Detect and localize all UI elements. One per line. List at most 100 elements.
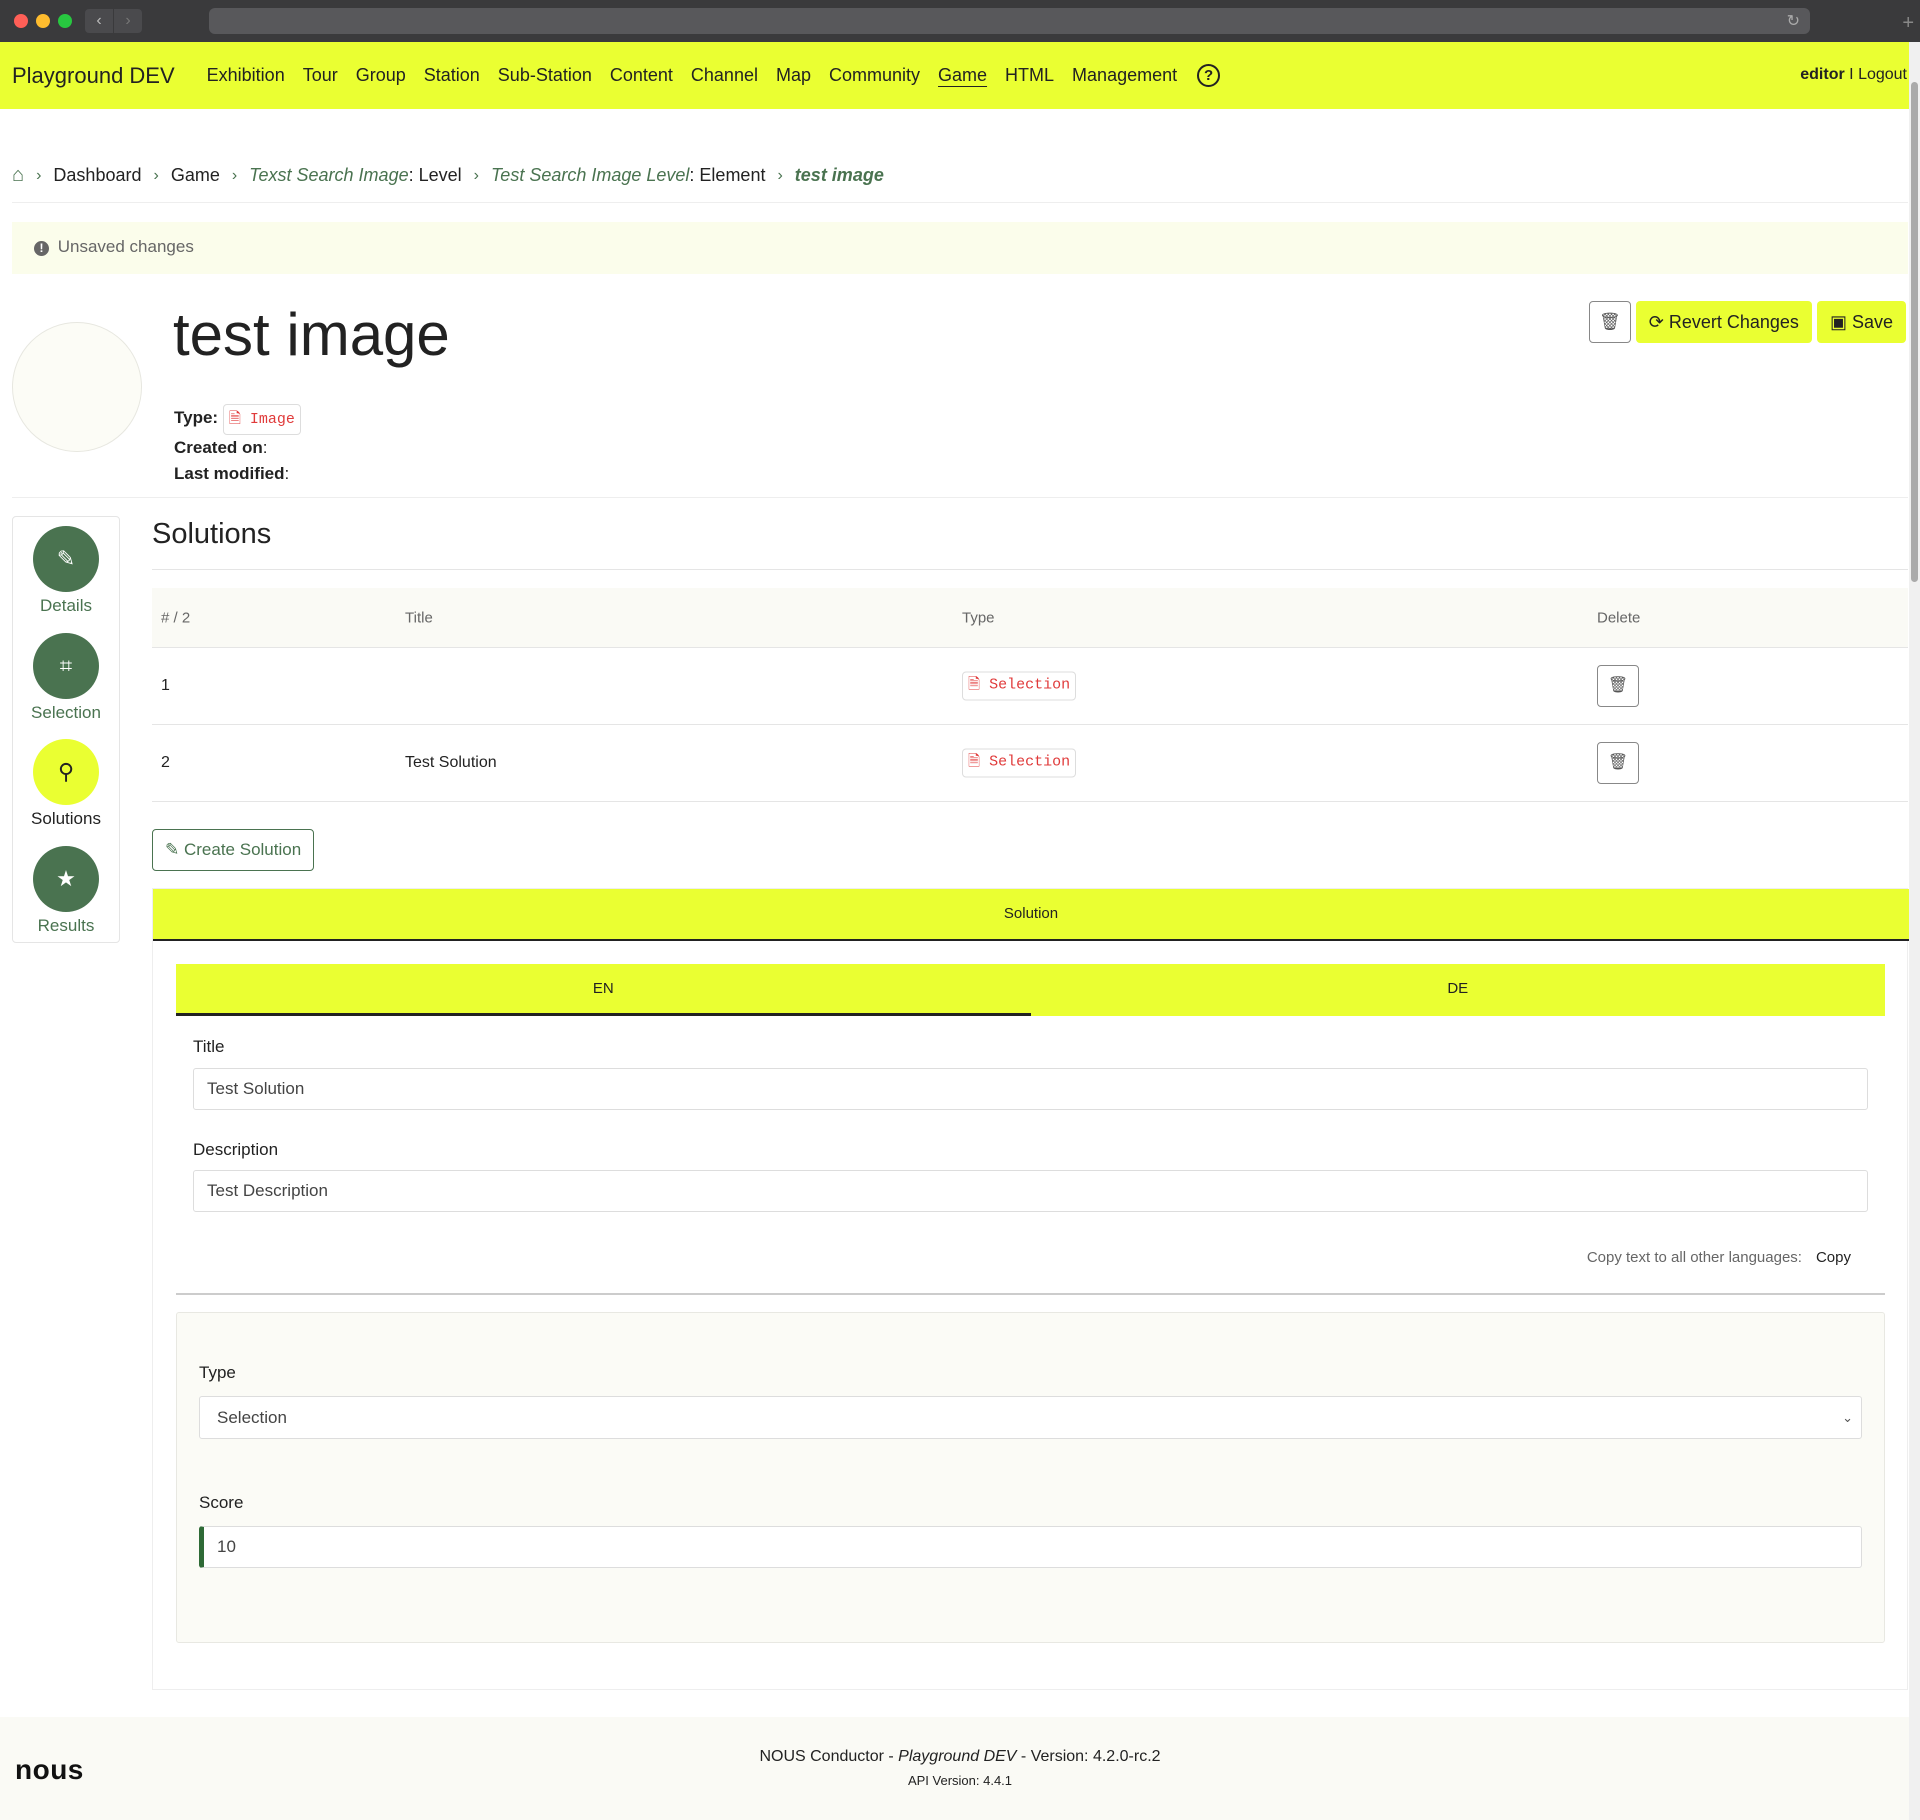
nav-item-html[interactable]: HTML bbox=[1005, 65, 1054, 86]
type-badge-text: Image bbox=[249, 411, 295, 428]
delete-button[interactable]: 🗑 bbox=[1588, 301, 1631, 343]
description-input[interactable]: Test Description bbox=[193, 1170, 1868, 1212]
element-meta: Type: 🗎 Image Created on: Last modified: bbox=[174, 404, 301, 487]
create-solution-button[interactable]: ✎ Create Solution bbox=[152, 829, 315, 871]
breadcrumb-element-suffix: : Element bbox=[689, 165, 766, 185]
divider bbox=[176, 1293, 1885, 1295]
refresh-icon: ⟳ bbox=[1648, 312, 1664, 332]
breadcrumb-element-name: Test Search Image Level bbox=[490, 165, 690, 185]
crop-icon: ⌗ bbox=[33, 633, 99, 699]
type-field-label: Type bbox=[199, 1363, 236, 1382]
username[interactable]: editor bbox=[1800, 66, 1844, 83]
side-tab-results[interactable]: ★ Results bbox=[13, 846, 119, 936]
footer: nous NOUS Conductor - Playground DEV - V… bbox=[0, 1717, 1909, 1820]
lightbulb-icon: ⚲ bbox=[33, 739, 99, 805]
top-navbar: Playground DEV Exhibition Tour Group Sta… bbox=[0, 42, 1909, 109]
back-button[interactable]: ‹ bbox=[85, 9, 113, 33]
score-input[interactable]: 10 bbox=[199, 1526, 1862, 1568]
nav-item-game[interactable]: Game bbox=[938, 65, 987, 86]
footer-dash: - bbox=[883, 1748, 899, 1765]
delete-row-button[interactable]: 🗑 bbox=[1597, 742, 1639, 784]
side-tab-solutions[interactable]: ⚲ Solutions bbox=[13, 739, 119, 829]
breadcrumb-dashboard[interactable]: Dashboard bbox=[53, 165, 141, 186]
brand[interactable]: Playground DEV bbox=[12, 63, 175, 89]
help-icon[interactable]: ? bbox=[1197, 64, 1221, 87]
table-row[interactable]: 1 🗎 Selection 🗑 bbox=[152, 648, 1908, 725]
breadcrumb-level-suffix: : Level bbox=[408, 165, 462, 185]
copy-text-label: Copy text to all other languages: bbox=[1586, 1249, 1802, 1266]
edit-icon: ✎ bbox=[33, 526, 99, 592]
user-menu: editor I Logout bbox=[1800, 66, 1907, 84]
forward-button[interactable]: › bbox=[114, 9, 142, 33]
solutions-table: # / 2 Title Type Delete 1 🗎 Selection 🗑 … bbox=[152, 588, 1908, 802]
save-button[interactable]: ▣ Save bbox=[1816, 301, 1906, 343]
title-input[interactable]: Test Solution bbox=[193, 1068, 1868, 1110]
minimize-window-button[interactable] bbox=[36, 14, 50, 28]
nav-item-sub-station[interactable]: Sub-Station bbox=[498, 65, 592, 86]
nav-item-content[interactable]: Content bbox=[610, 65, 673, 86]
nav-item-station[interactable]: Station bbox=[424, 65, 480, 86]
modified-label: Last modified bbox=[174, 464, 285, 483]
side-tab-selection[interactable]: ⌗ Selection bbox=[13, 633, 119, 723]
floppy-icon: ▣ bbox=[1829, 312, 1847, 332]
scrollbar-thumb[interactable] bbox=[1911, 82, 1918, 582]
tab-en[interactable]: EN bbox=[176, 964, 1031, 1016]
nav-item-exhibition[interactable]: Exhibition bbox=[207, 65, 285, 86]
avatar bbox=[12, 322, 142, 452]
tab-de[interactable]: DE bbox=[1031, 964, 1886, 1016]
maximize-window-button[interactable] bbox=[58, 14, 72, 28]
save-label: Save bbox=[1851, 312, 1893, 332]
column-header-title[interactable]: Title bbox=[405, 609, 433, 626]
plus-icon[interactable]: + bbox=[1902, 12, 1914, 35]
table-header: # / 2 Title Type Delete bbox=[152, 588, 1908, 648]
browser-chrome: ‹ › ↻ + bbox=[0, 0, 1920, 42]
instance-name: Playground DEV bbox=[898, 1748, 1017, 1765]
trash-icon: 🗑 bbox=[1598, 312, 1621, 331]
description-label: Description bbox=[193, 1140, 279, 1159]
nav-item-channel[interactable]: Channel bbox=[691, 65, 758, 86]
title-label: Title bbox=[193, 1037, 225, 1056]
side-tab-label: Results bbox=[37, 916, 95, 935]
trash-icon: 🗑 bbox=[1607, 677, 1629, 694]
api-version: API Version: 4.4.1 bbox=[907, 1773, 1013, 1788]
address-bar[interactable]: ↻ bbox=[209, 8, 1810, 34]
created-label: Created on bbox=[174, 438, 263, 457]
app-version: Version: 4.2.0-rc.2 bbox=[1030, 1748, 1161, 1765]
table-row[interactable]: 2 Test Solution 🗎 Selection 🗑 bbox=[152, 725, 1908, 802]
scrollbar[interactable] bbox=[1909, 42, 1920, 1820]
side-tabs: ✎ Details ⌗ Selection ⚲ Solutions ★ Resu… bbox=[12, 516, 120, 943]
column-header-delete: Delete bbox=[1597, 609, 1641, 626]
column-header-type[interactable]: Type bbox=[962, 609, 995, 626]
footer-version-line: NOUS Conductor - Playground DEV - Versio… bbox=[0, 1748, 1920, 1766]
type-select[interactable]: Selection ⌄ bbox=[199, 1396, 1862, 1439]
reload-icon[interactable]: ↻ bbox=[1787, 11, 1800, 31]
home-icon[interactable]: ⌂ bbox=[12, 164, 24, 187]
breadcrumb-level-name: Texst Search Image bbox=[249, 165, 409, 185]
side-tab-details[interactable]: ✎ Details bbox=[13, 526, 119, 616]
chevron-right-icon: › bbox=[36, 166, 42, 184]
edit-icon: ✎ bbox=[165, 840, 180, 859]
chevron-down-icon: ⌄ bbox=[1842, 1410, 1853, 1425]
delete-row-button[interactable]: 🗑 bbox=[1597, 665, 1639, 707]
chevron-right-icon: › bbox=[473, 166, 479, 184]
nav-item-tour[interactable]: Tour bbox=[303, 65, 338, 86]
header-actions: 🗑 ⟳ Revert Changes ▣ Save bbox=[1588, 301, 1906, 343]
breadcrumb-element[interactable]: Test Search Image Level: Element bbox=[491, 165, 766, 186]
row-type-text: Selection bbox=[989, 676, 1071, 694]
divider bbox=[12, 497, 1908, 498]
breadcrumb-game[interactable]: Game bbox=[171, 165, 220, 186]
row-type-text: Selection bbox=[989, 753, 1071, 771]
nav-item-management[interactable]: Management bbox=[1072, 65, 1177, 86]
nav-item-map[interactable]: Map bbox=[776, 65, 811, 86]
breadcrumb-level[interactable]: Texst Search Image: Level bbox=[249, 165, 461, 186]
logout-link[interactable]: Logout bbox=[1858, 66, 1907, 83]
revert-changes-button[interactable]: ⟳ Revert Changes bbox=[1635, 301, 1812, 343]
divider bbox=[12, 202, 1908, 203]
nav-item-group[interactable]: Group bbox=[356, 65, 406, 86]
close-window-button[interactable] bbox=[14, 14, 28, 28]
copy-languages-row: Copy text to all other languages: Copy bbox=[1587, 1249, 1851, 1266]
nav-item-community[interactable]: Community bbox=[829, 65, 920, 86]
copy-button[interactable]: Copy bbox=[1816, 1249, 1851, 1266]
column-header-number[interactable]: # / 2 bbox=[161, 609, 190, 626]
solution-form-header: Solution bbox=[153, 889, 1909, 941]
